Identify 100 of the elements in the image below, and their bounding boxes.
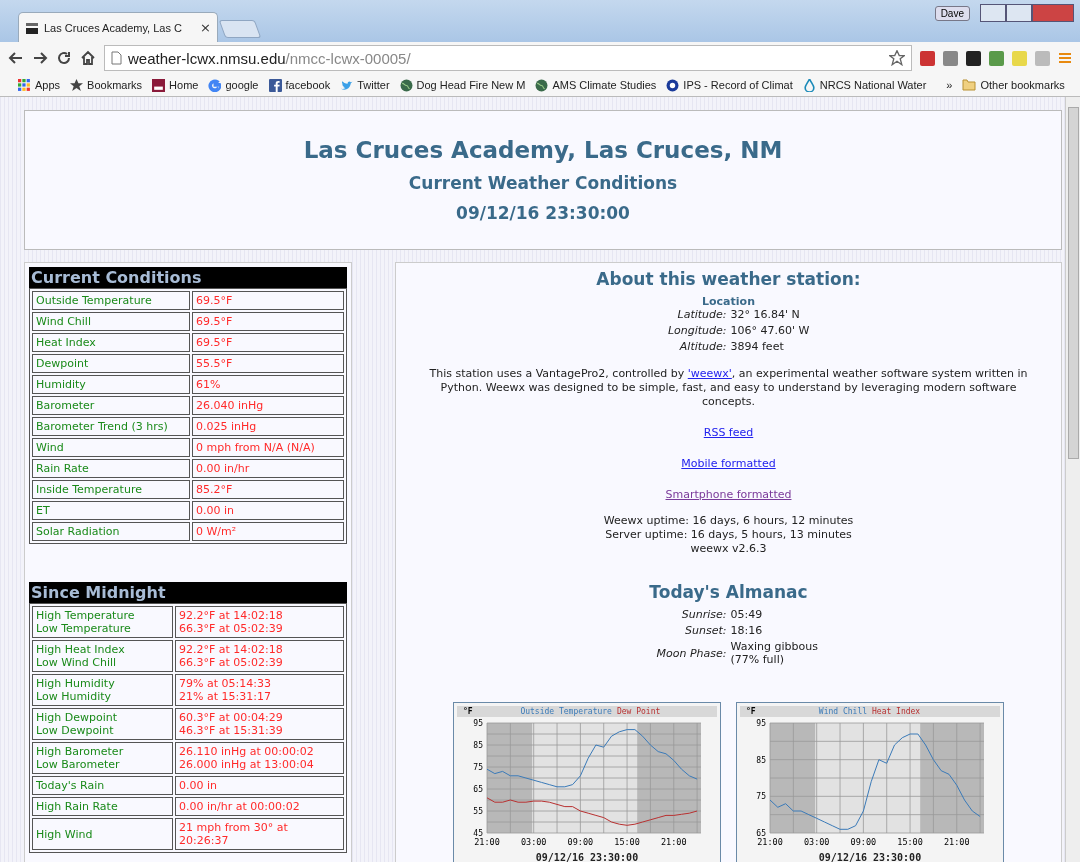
chart-timestamp: 09/12/16 23:30:00 <box>535 852 639 862</box>
y-tick-label: 75 <box>756 792 766 802</box>
table-cell: 85.2°F <box>192 480 344 499</box>
table-cell: High Humidity Low Humidity <box>32 674 173 706</box>
bookmark-link[interactable]: Bookmarks <box>70 78 143 92</box>
x-tick-label: 21:00 <box>474 837 500 847</box>
field-value: 05:49 <box>730 608 764 621</box>
scrollbar[interactable] <box>1065 97 1080 862</box>
page-link[interactable]: Smartphone formatted <box>665 488 792 501</box>
scrollbar-thumb[interactable] <box>1068 107 1079 459</box>
extension-icon[interactable] <box>966 50 981 66</box>
table-cell: 26.110 inHg at 00:00:02 26.000 inHg at 13:00:04 <box>175 742 344 774</box>
globe-icon <box>535 78 549 92</box>
bookmark-link[interactable]: Dog Head Fire New M <box>399 78 526 92</box>
y-tick-label: 85 <box>756 755 766 765</box>
y-tick-label: 55 <box>473 807 483 816</box>
section-heading: Today's Almanac <box>649 582 808 602</box>
x-tick-label: 09:00 <box>567 837 594 847</box>
address-bar[interactable]: weather-lcwx.nmsu.edu/nmcc-lcwx-00005/ <box>104 45 912 71</box>
field-label: Sunrise: <box>680 608 727 621</box>
table-cell: 0.00 in <box>175 776 344 795</box>
table-cell: 0.025 inHg <box>192 417 344 436</box>
y-tick-label: 75 <box>473 763 483 772</box>
apps-grid-icon <box>18 78 31 92</box>
chart-timestamp: 09/12/16 23:30:00 <box>818 852 922 862</box>
field-label: Moon Phase: <box>655 646 727 660</box>
table-cell: Heat Index <box>32 333 190 352</box>
table-cell: 0 W/m² <box>192 522 344 541</box>
y-tick-label: 65 <box>473 785 483 794</box>
table-cell: Barometer Trend (3 hrs) <box>32 417 190 436</box>
table-cell: Outside Temperature <box>32 291 190 310</box>
tab-close-button[interactable]: × <box>200 20 211 35</box>
y-tick-label: 65 <box>756 829 766 838</box>
bookmark-link[interactable]: Home <box>152 78 199 92</box>
bookmark-link[interactable]: Apps <box>18 78 61 92</box>
y-tick-label: 45 <box>473 829 483 838</box>
profile-button[interactable]: Dave <box>934 6 970 21</box>
description-text: This station uses a VantagePro2, controlled by 'weewx', an experimental weather software system written in Python. Weewx was designed to be simple, fast, and easy to understand by leveraging modern software concepts. <box>428 367 1029 409</box>
location-heading: Location <box>702 295 755 308</box>
field-value: 106° 47.60' W <box>730 324 811 337</box>
seal-icon <box>666 78 680 92</box>
bookmark-link[interactable]: google <box>208 78 259 92</box>
table-cell: 0.00 in/hr at 00:00:02 <box>175 797 344 816</box>
y-tick-label: 95 <box>756 719 766 728</box>
page-link[interactable]: Mobile formatted <box>681 457 776 470</box>
legend-label: Dew Point <box>616 707 661 716</box>
field-value: 3894 feet <box>730 340 785 353</box>
x-tick-label: 21:00 <box>943 837 970 847</box>
weewx-link[interactable]: 'weewx' <box>687 367 732 380</box>
site-logo-icon <box>25 20 39 35</box>
more-bookmarks-chevron[interactable]: » <box>946 79 953 91</box>
maximize-button[interactable] <box>1006 4 1032 22</box>
table-cell: High Rain Rate <box>32 797 173 816</box>
x-tick-label: 03:00 <box>520 837 547 847</box>
minimize-button[interactable] <box>980 4 1006 22</box>
bird-icon <box>340 78 354 92</box>
uptime-text: weewx v2.6.3 <box>690 542 767 556</box>
bookmark-link[interactable]: Twitter <box>340 78 390 92</box>
table-cell: 61% <box>192 375 344 394</box>
bookmark-folder[interactable]: Other bookmarks <box>962 79 1065 91</box>
table-cell: Humidity <box>32 375 190 394</box>
reload-icon[interactable] <box>56 50 72 66</box>
facebook-icon <box>268 78 282 92</box>
field-label: Latitude: <box>676 308 727 321</box>
table-cell: High Barometer Low Barometer <box>32 742 173 774</box>
x-tick-label: 15:00 <box>614 837 640 847</box>
bookmark-link[interactable]: facebook <box>268 78 331 92</box>
site-icon <box>152 78 166 92</box>
home-icon[interactable] <box>80 50 96 66</box>
forward-icon[interactable] <box>32 50 48 66</box>
browser-tab[interactable]: Las Cruces Academy, Las C × <box>18 12 218 42</box>
tab-title: Las Cruces Academy, Las C <box>44 21 183 34</box>
star-icon <box>70 78 84 92</box>
g-logo-icon <box>208 78 222 92</box>
page-link[interactable]: RSS feed <box>703 426 754 439</box>
field-value: Waxing gibbous (77% full) <box>730 640 819 666</box>
table-cell: Wind Chill <box>32 312 190 331</box>
bookmark-link[interactable]: NRCS National Water <box>802 78 927 92</box>
unit-label: °F <box>746 707 756 716</box>
table-cell: Inside Temperature <box>32 480 190 499</box>
table-cell: Barometer <box>32 396 190 415</box>
table-cell: 69.5°F <box>192 291 344 310</box>
back-icon[interactable] <box>8 50 24 66</box>
bookmark-link[interactable]: IPS - Record of Climat <box>666 78 793 92</box>
globe-icon <box>399 78 413 92</box>
table-cell: 0.00 in/hr <box>192 459 344 478</box>
table-cell: 0 mph from N/A (N/A) <box>192 438 344 457</box>
bookmark-star-icon[interactable] <box>889 50 905 66</box>
table-cell: Dewpoint <box>32 354 190 373</box>
x-tick-label: 15:00 <box>897 837 923 847</box>
section-title: Since Midnight <box>29 582 347 603</box>
section-heading: About this weather station: <box>596 269 861 289</box>
table-cell: 69.5°F <box>192 312 344 331</box>
table-cell: 26.040 inHg <box>192 396 344 415</box>
field-value: 18:16 <box>730 624 764 637</box>
table-cell: 92.2°F at 14:02:18 66.3°F at 05:02:39 <box>175 640 344 672</box>
bookmark-link[interactable]: AMS Climate Studies <box>535 78 657 92</box>
page-icon <box>111 51 122 65</box>
folder-icon <box>962 79 977 91</box>
unit-label: °F <box>463 707 473 716</box>
